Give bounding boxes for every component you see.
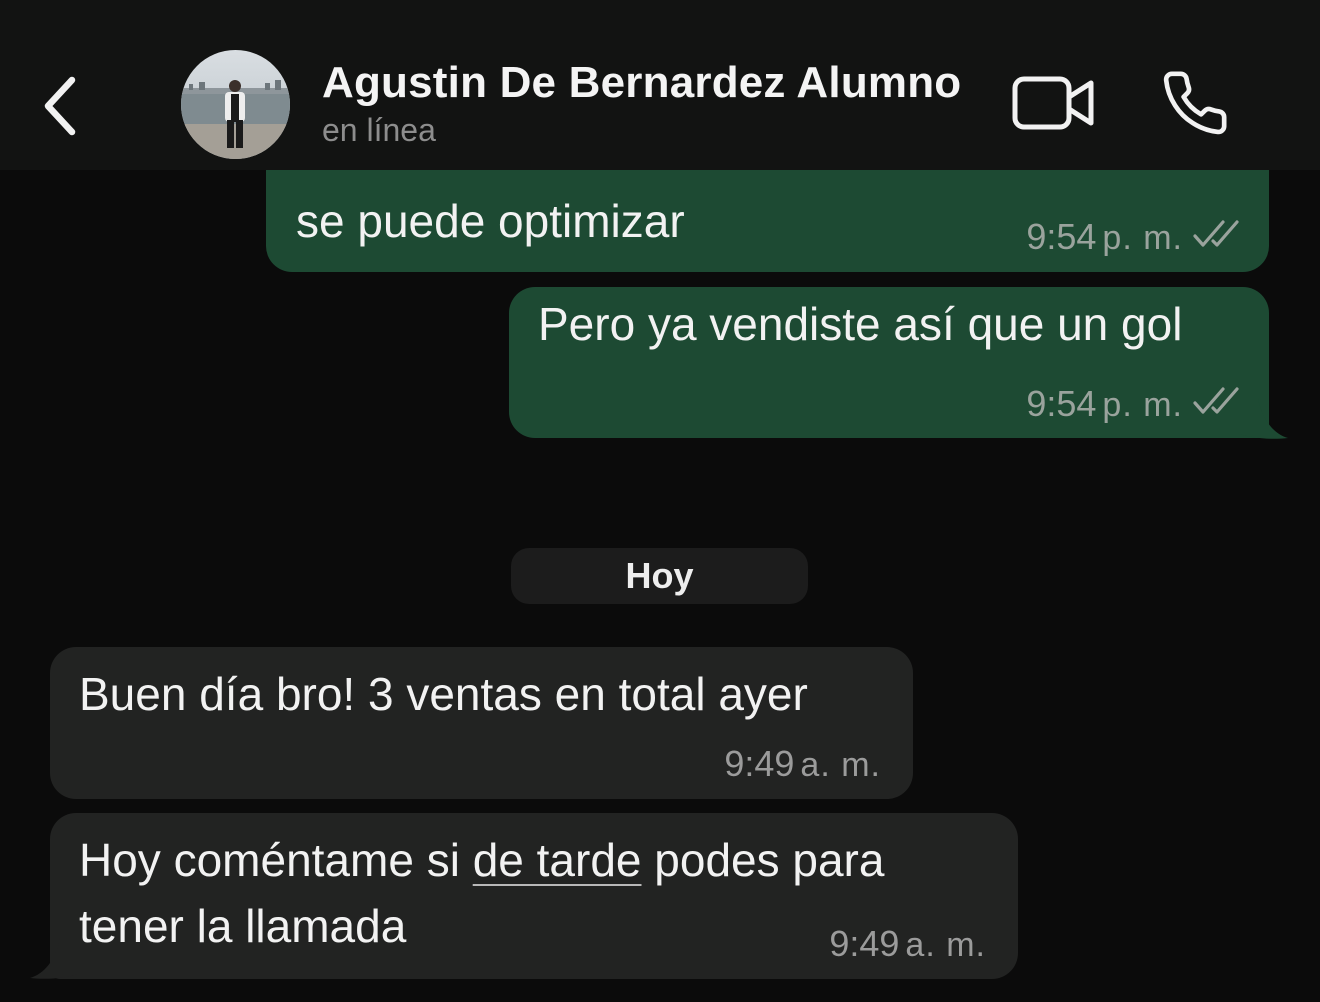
video-call-button[interactable] [1006,66,1100,140]
message-time: 9:54 [1026,383,1097,424]
message-meta: 9:54 p. m. [1026,216,1241,258]
message-time: 9:54 [1026,216,1097,257]
message-meta: 9:49 a. m. [724,743,881,785]
chat-screen: se puede optimizar 9:54 p. m. Pero ya ve… [0,0,1320,1002]
phone-icon [1163,71,1227,135]
message-text-segment: podes para [641,834,885,886]
bubble-tail [30,938,78,979]
message-text: Buen día bro! 3 ventas en total ayer [79,668,808,720]
video-camera-icon [1012,76,1094,130]
message-bubble-incoming[interactable]: Hoy coméntame si de tarde podes para ten… [50,813,1018,979]
message-text-segment: Hoy coméntame si [79,834,473,886]
bubble-tail [1240,398,1288,439]
double-check-read-icon [1193,220,1239,247]
message-text: Pero ya vendiste así que un gol [538,298,1183,350]
back-button[interactable] [28,66,92,146]
chevron-left-icon [44,76,76,136]
contact-name[interactable]: Agustin De Bernardez Alumno [322,58,961,108]
contact-avatar[interactable] [181,50,290,159]
double-check-read-icon [1193,387,1239,414]
message-time-suffix: a. m. [800,746,881,784]
chat-header: Agustin De Bernardez Alumno en línea [0,0,1320,170]
message-bubble-outgoing[interactable]: Pero ya vendiste así que un gol 9:54 p. … [509,287,1269,438]
message-time-suffix: p. m. [1102,386,1183,424]
voice-call-button[interactable] [1152,60,1238,146]
message-time-suffix: a. m. [905,926,986,964]
message-text-line-2: tener la llamada [79,900,407,952]
date-separator: Hoy [511,548,808,604]
message-time-suffix: p. m. [1102,219,1183,257]
message-meta: 9:49 a. m. [829,923,986,965]
message-text-line-1: Hoy coméntame si de tarde podes para [79,827,884,893]
message-meta: 9:54 p. m. [1026,383,1241,425]
detected-date-link[interactable]: de tarde [473,834,642,886]
message-text: se puede optimizar [296,195,685,247]
contact-status: en línea [322,112,436,148]
message-bubble-incoming[interactable]: Buen día bro! 3 ventas en total ayer 9:4… [50,647,913,799]
avatar-photo [181,50,290,159]
date-separator-label: Hoy [625,555,694,596]
message-time: 9:49 [829,923,900,964]
message-time: 9:49 [724,743,795,784]
